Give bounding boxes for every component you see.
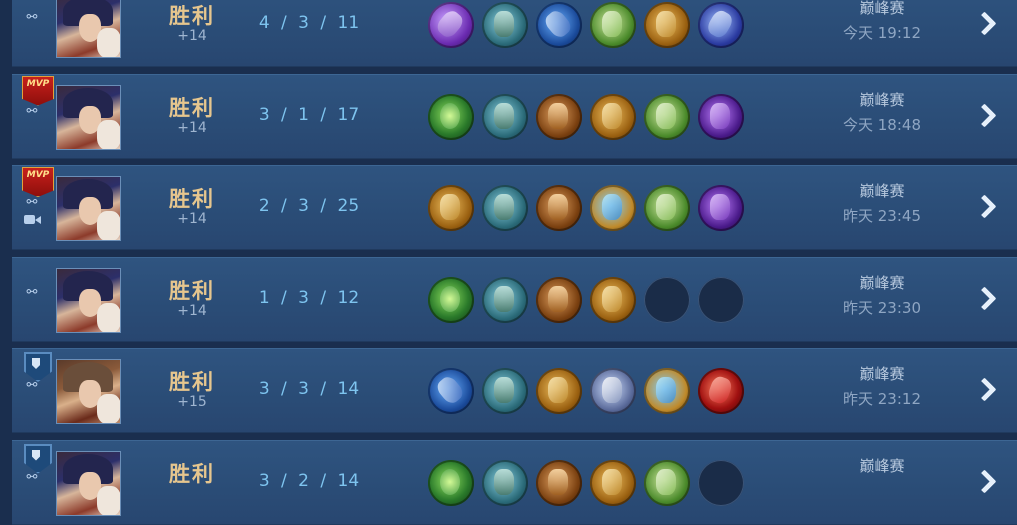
kda-stats: 4 / 3 / 11 xyxy=(258,13,360,33)
match-result: 胜利 xyxy=(169,461,215,486)
kda-stats: 1 / 3 / 12 xyxy=(258,287,360,308)
empty-item-slot[interactable] xyxy=(698,276,744,323)
item-icon[interactable] xyxy=(698,93,744,140)
replay-icon[interactable]: ⚯ xyxy=(24,470,40,485)
item-icon[interactable] xyxy=(428,368,474,414)
kda-stats: 3 / 3 / 14 xyxy=(258,379,360,399)
item-icon[interactable] xyxy=(590,459,636,506)
item-icon[interactable] xyxy=(536,368,582,414)
item-icon[interactable] xyxy=(428,93,474,140)
rank-score-change: +14 xyxy=(177,211,207,227)
item-icon[interactable] xyxy=(698,368,744,414)
item-icon[interactable] xyxy=(482,93,528,140)
chevron-right-icon[interactable] xyxy=(974,378,996,402)
game-mode: 巅峰赛 xyxy=(859,0,905,17)
match-time: 昨天 23:30 xyxy=(843,298,921,317)
item-icon[interactable] xyxy=(590,368,636,414)
item-icon[interactable] xyxy=(428,2,474,48)
match-result: 胜利 xyxy=(169,370,215,394)
match-result: 胜利 xyxy=(169,278,215,303)
match-row[interactable]: ⚯ 胜利 +15 3 / 3 / 14 巅峰赛昨天 23:12 xyxy=(12,348,1017,433)
item-icon[interactable] xyxy=(536,185,582,231)
chevron-right-icon[interactable] xyxy=(974,470,996,494)
kda-stats: 2 / 3 / 25 xyxy=(258,196,360,216)
kda-stats: 3 / 2 / 14 xyxy=(258,470,360,491)
item-icon[interactable] xyxy=(644,93,690,140)
video-camera-icon[interactable] xyxy=(24,213,42,225)
chevron-right-icon[interactable] xyxy=(974,195,996,219)
item-icon[interactable] xyxy=(536,2,582,48)
match-row[interactable]: ⚯ 胜利 3 / 2 / 14 巅峰赛 xyxy=(12,439,1017,525)
item-icon[interactable] xyxy=(482,185,528,231)
chevron-right-icon[interactable] xyxy=(974,104,996,128)
mvp-badge: MVP xyxy=(22,75,54,106)
hero-portrait xyxy=(56,267,121,333)
kda-stats: 3 / 1 / 17 xyxy=(258,104,360,125)
item-icon[interactable] xyxy=(428,276,474,323)
replay-icon[interactable]: ⚯ xyxy=(24,104,40,119)
item-icon[interactable] xyxy=(644,368,690,414)
match-result: 胜利 xyxy=(169,95,215,120)
item-icon[interactable] xyxy=(590,185,636,231)
game-mode: 巅峰赛 xyxy=(859,90,905,109)
item-icon[interactable] xyxy=(644,185,690,231)
item-icon[interactable] xyxy=(698,2,744,48)
match-time: 昨天 23:12 xyxy=(843,390,921,408)
match-result: 胜利 xyxy=(169,4,215,28)
hero-portrait xyxy=(56,450,121,516)
game-mode: 巅峰赛 xyxy=(859,273,905,292)
item-icon[interactable] xyxy=(590,93,636,140)
item-icon[interactable] xyxy=(482,276,528,323)
empty-item-slot[interactable] xyxy=(644,276,690,323)
replay-icon[interactable]: ⚯ xyxy=(24,379,40,393)
item-icon[interactable] xyxy=(482,2,528,48)
match-row[interactable]: ⚯ 胜利 +14 4 / 3 / 11 巅峰赛今天 19:12 xyxy=(12,0,1017,67)
match-row[interactable]: MVP ⚯ 胜利 +14 3 / 1 / 17 巅峰赛今天 18:48 xyxy=(12,73,1017,159)
item-icon[interactable] xyxy=(428,459,474,506)
chevron-right-icon[interactable] xyxy=(974,287,996,311)
shield-icon xyxy=(24,443,52,474)
mvp-badge: MVP xyxy=(22,167,54,197)
rank-score-change: +14 xyxy=(177,302,207,319)
match-time: 今天 19:12 xyxy=(843,24,921,42)
rank-score-change: +14 xyxy=(177,28,207,44)
replay-icon[interactable]: ⚯ xyxy=(24,196,40,210)
hero-portrait xyxy=(56,84,121,150)
item-icon[interactable] xyxy=(536,276,582,323)
match-row[interactable]: ⚯ 胜利 +14 1 / 3 / 12 巅峰赛昨天 23:30 xyxy=(12,256,1017,342)
rank-score-change: +14 xyxy=(177,119,207,136)
empty-item-slot[interactable] xyxy=(698,459,744,506)
hero-portrait xyxy=(56,176,121,241)
item-icon[interactable] xyxy=(536,93,582,140)
item-icon[interactable] xyxy=(482,459,528,506)
item-icon[interactable] xyxy=(428,185,474,231)
hero-portrait xyxy=(56,359,121,424)
game-mode: 巅峰赛 xyxy=(859,182,905,200)
hero-portrait xyxy=(56,0,121,58)
item-icon[interactable] xyxy=(698,185,744,231)
match-time: 今天 18:48 xyxy=(843,115,921,134)
replay-icon[interactable]: ⚯ xyxy=(24,11,40,25)
chevron-right-icon[interactable] xyxy=(974,12,996,36)
item-icon[interactable] xyxy=(590,2,636,48)
match-time: 昨天 23:45 xyxy=(843,207,921,225)
item-icon[interactable] xyxy=(536,459,582,506)
item-icon[interactable] xyxy=(644,2,690,48)
match-row[interactable]: MVP ⚯ 胜利 +14 2 / 3 / 25 巅峰赛昨天 23:45 xyxy=(12,165,1017,250)
item-icon[interactable] xyxy=(644,459,690,506)
rank-score-change: +15 xyxy=(177,394,207,410)
match-result: 胜利 xyxy=(169,187,215,211)
item-icon[interactable] xyxy=(482,368,528,414)
game-mode: 巅峰赛 xyxy=(859,365,905,383)
item-icon[interactable] xyxy=(590,276,636,323)
game-mode: 巅峰赛 xyxy=(859,456,905,475)
replay-icon[interactable]: ⚯ xyxy=(24,285,40,300)
